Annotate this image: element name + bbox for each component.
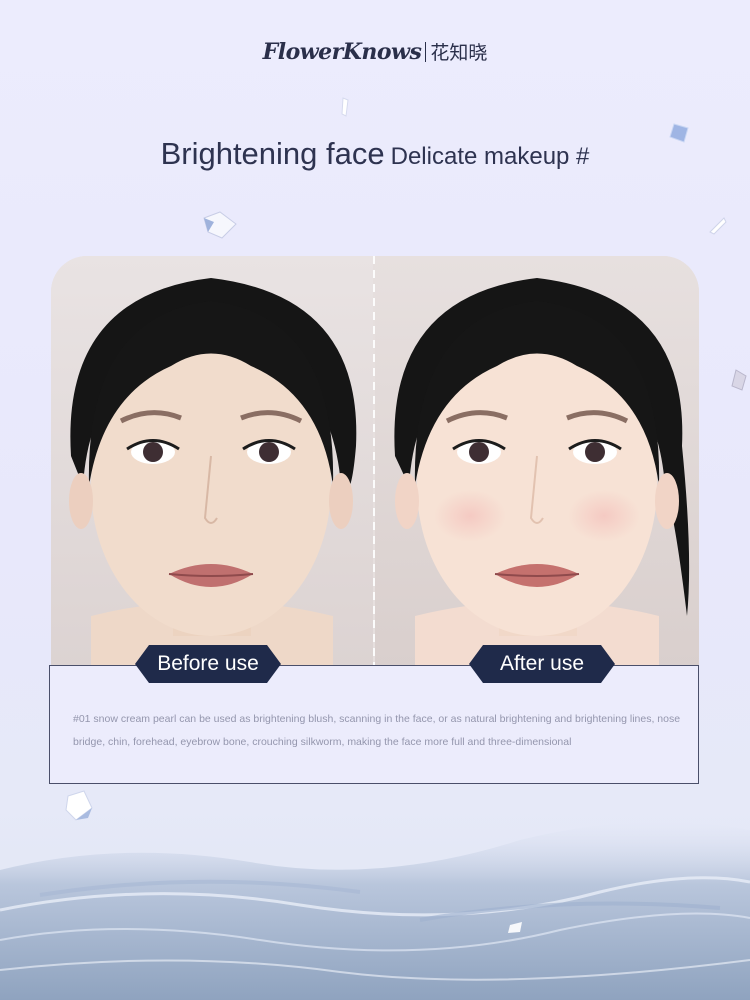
crystal-chip-decoration: [203, 211, 237, 239]
brand-name-en: FlowerKnows: [262, 39, 422, 65]
after-face-image: [375, 256, 699, 668]
crystal-chip-decoration: [731, 369, 747, 391]
description-box: #01 snow cream pearl can be used as brig…: [49, 665, 699, 784]
description-text: #01 snow cream pearl can be used as brig…: [73, 713, 681, 748]
headline-sub: Delicate makeup #: [390, 143, 590, 170]
shimmer-wave-decoration: [0, 822, 750, 1000]
crystal-chip-decoration: [341, 97, 349, 117]
before-face-image: [51, 256, 373, 668]
before-after-photos: [51, 256, 699, 668]
crystal-chip-decoration: [669, 123, 689, 143]
after-use-label: After use: [469, 645, 615, 683]
before-use-label: Before use: [135, 645, 281, 683]
brand-separator: [425, 42, 427, 62]
crystal-chip-decoration: [709, 217, 727, 235]
brand-logo: FlowerKnows 花知晓: [0, 38, 750, 65]
product-page: FlowerKnows 花知晓 Brightening face Delicate …: [0, 0, 750, 1000]
page-headline: Brightening face Delicate makeup #: [0, 136, 750, 172]
brand-name-cn: 花知晓: [430, 42, 488, 64]
headline-main: Brightening face: [160, 136, 385, 171]
